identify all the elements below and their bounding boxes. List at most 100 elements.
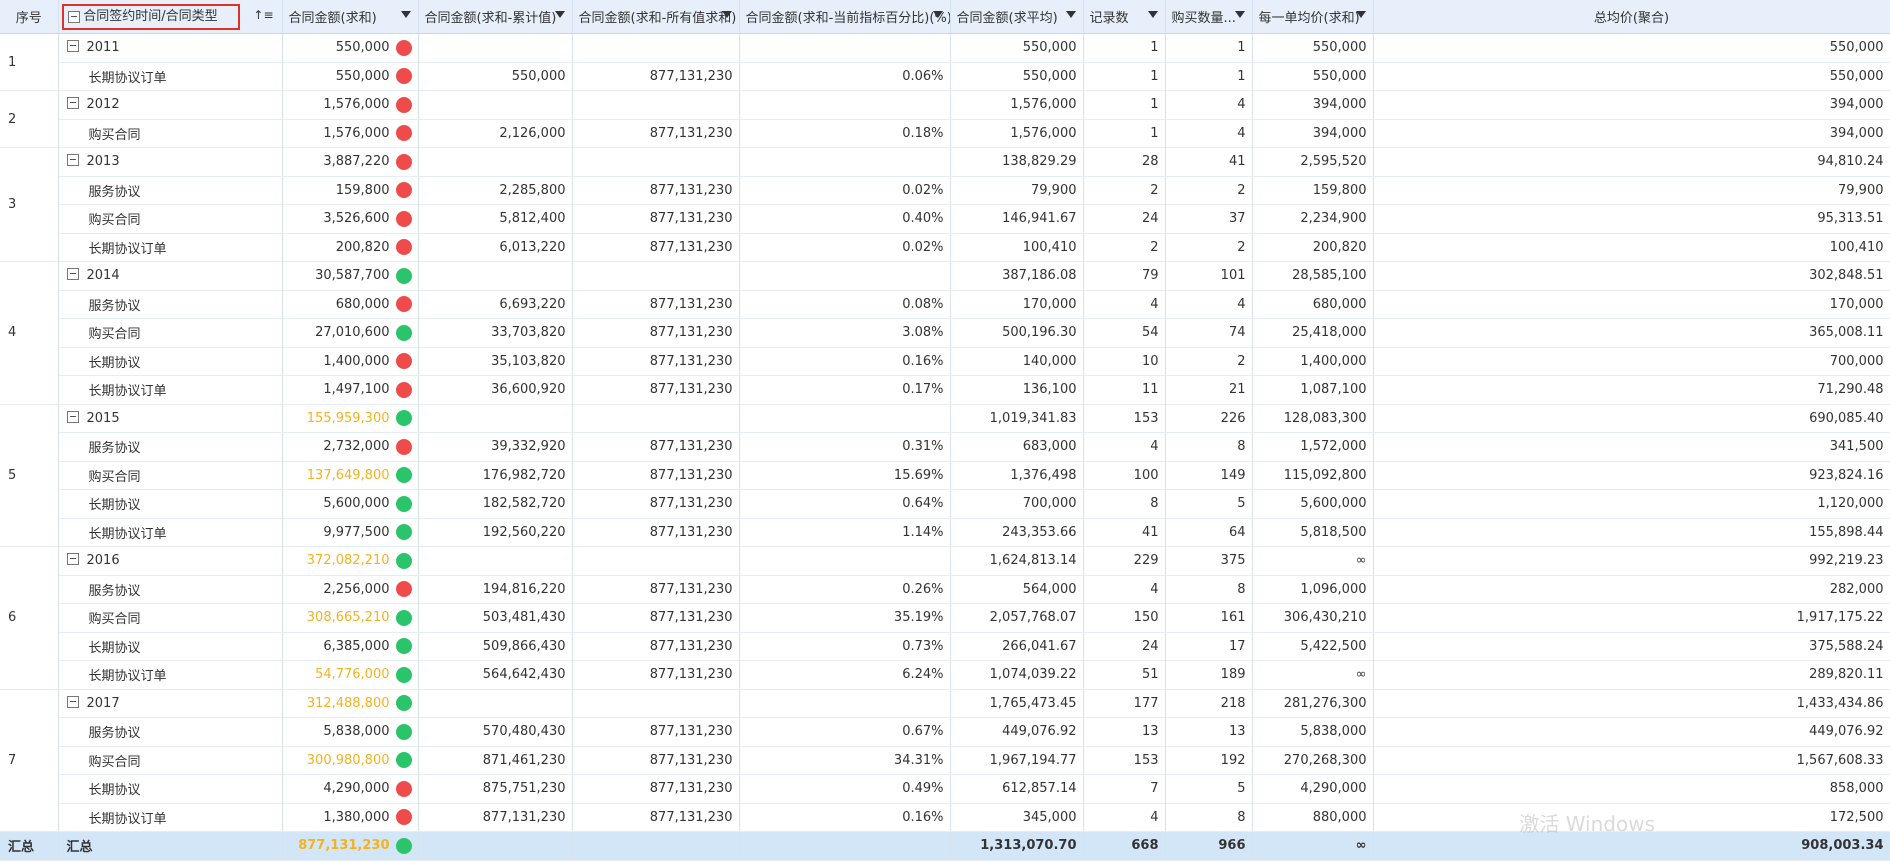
cell-amount-pct: 0.08% bbox=[739, 290, 951, 319]
status-dot-red bbox=[395, 125, 412, 142]
cell-total-avg: 550,000 bbox=[1373, 33, 1890, 63]
cell-amount-cum bbox=[418, 404, 573, 433]
child-label-cell: 长期协议 bbox=[58, 489, 283, 519]
cell-amount-pct: 3.08% bbox=[739, 318, 951, 348]
cell-unit-price: 1,096,000 bbox=[1252, 575, 1374, 604]
cell-unit-price: 306,430,210 bbox=[1252, 603, 1374, 633]
group-label-cell[interactable]: 2015 bbox=[58, 404, 283, 433]
contract-type-label: 服务协议 bbox=[88, 441, 141, 457]
cell-total-avg: 550,000 bbox=[1373, 62, 1890, 91]
cell-unit-price: 25,418,000 bbox=[1252, 318, 1374, 348]
header-amount-cum[interactable]: 合同金额(求和-累计值) bbox=[418, 0, 573, 34]
table-row-group: 6 2016 372,082,210 1,624,813.14 229 375 ∞ 992,2… bbox=[0, 546, 1890, 690]
dropdown-arrow-icon[interactable] bbox=[1355, 11, 1366, 18]
amount-value: 312,488,800 bbox=[306, 695, 390, 711]
cell-amount-avg: 1,576,000 bbox=[950, 119, 1084, 148]
pivot-table: 序号 合同签约时间/合同类型 ↑≡ 合同金额(求和) 合同金额(求和-累计值) … bbox=[0, 0, 1890, 861]
collapse-minus-icon[interactable] bbox=[66, 695, 79, 708]
cell-total-avg: 394,000 bbox=[1373, 90, 1890, 120]
header-label: 总均价(聚合) bbox=[1593, 11, 1670, 26]
cell-unit-price: 4,290,000 bbox=[1252, 774, 1374, 804]
child-label-cell: 长期协议订单 bbox=[58, 660, 283, 690]
row-seq-number: 2 bbox=[0, 90, 59, 148]
header-qty[interactable]: 购买数量... bbox=[1165, 0, 1253, 34]
sort-icon[interactable]: ↑≡ bbox=[253, 8, 273, 22]
dropdown-arrow-icon[interactable] bbox=[1065, 11, 1076, 18]
cell-amount-pct: 1.14% bbox=[739, 518, 951, 547]
cell-amount-avg: 146,941.67 bbox=[950, 204, 1084, 234]
cell-amount-sum: 2,256,000 bbox=[282, 575, 419, 604]
dropdown-arrow-icon[interactable] bbox=[1147, 11, 1158, 18]
group-label-cell[interactable]: 2014 bbox=[58, 261, 283, 291]
header-amount-sum[interactable]: 合同金额(求和) bbox=[282, 0, 419, 34]
cell-amount-avg: 550,000 bbox=[950, 62, 1084, 91]
header-total-avg[interactable]: 总均价(聚合) bbox=[1373, 0, 1890, 34]
cell-amount-sum: 137,649,800 bbox=[282, 461, 419, 490]
dropdown-arrow-icon[interactable] bbox=[721, 11, 732, 18]
group-label-cell[interactable]: 2011 bbox=[58, 33, 283, 63]
cell-amount-all bbox=[572, 147, 740, 177]
cell-total-avg: 94,810.24 bbox=[1373, 147, 1890, 177]
collapse-minus-icon[interactable] bbox=[66, 154, 79, 167]
cell-amount-sum: 550,000 bbox=[282, 33, 419, 63]
collapse-minus-icon[interactable] bbox=[66, 40, 79, 53]
cell-amount-pct bbox=[739, 147, 951, 177]
contract-type-label: 购买合同 bbox=[88, 469, 141, 485]
dimension-header-selected[interactable]: 合同签约时间/合同类型 bbox=[61, 3, 240, 30]
cell-amount-cum: 182,582,720 bbox=[418, 489, 573, 519]
header-label: 合同签约时间/合同类型 bbox=[83, 8, 218, 24]
dropdown-arrow-icon[interactable] bbox=[400, 11, 411, 18]
collapse-minus-icon[interactable] bbox=[66, 268, 79, 281]
amount-value: 5,600,000 bbox=[323, 496, 390, 512]
child-label-cell: 购买合同 bbox=[58, 119, 283, 148]
header-label: 每一单均价(求和) bbox=[1258, 11, 1360, 26]
group-label-cell[interactable]: 2017 bbox=[58, 689, 283, 718]
contract-type-label: 服务协议 bbox=[88, 726, 141, 742]
header-dimension[interactable]: 合同签约时间/合同类型 ↑≡ bbox=[58, 0, 283, 34]
cell-amount-cum: 570,480,430 bbox=[418, 717, 573, 747]
group-label-cell[interactable]: 2013 bbox=[58, 147, 283, 177]
cell-total-avg: 1,433,434.86 bbox=[1373, 689, 1890, 718]
cell-amount-avg: 1,967,194.77 bbox=[950, 746, 1084, 775]
collapse-minus-icon[interactable] bbox=[66, 553, 79, 566]
collapse-minus-icon[interactable] bbox=[66, 97, 79, 110]
amount-value: 3,526,600 bbox=[323, 211, 390, 227]
cell-qty: 64 bbox=[1165, 518, 1253, 547]
cell-qty: 192 bbox=[1165, 746, 1253, 775]
amount-value: 6,385,000 bbox=[323, 638, 390, 654]
cell-amount-pct: 0.16% bbox=[739, 803, 951, 832]
cell-amount-avg: 140,000 bbox=[950, 347, 1084, 376]
header-amount-avg[interactable]: 合同金额(求平均) bbox=[950, 0, 1084, 34]
cell-record-count: 1 bbox=[1083, 33, 1166, 63]
cell-record-count: 229 bbox=[1083, 546, 1166, 576]
group-label-cell[interactable]: 2012 bbox=[58, 90, 283, 120]
row-seq-number: 3 bbox=[0, 147, 59, 262]
collapse-minus-icon[interactable] bbox=[67, 10, 80, 23]
cell-unit-price: 1,400,000 bbox=[1252, 347, 1374, 376]
header-amount-pct[interactable]: 合同金额(求和-当前指标百分比)(%) bbox=[739, 0, 951, 34]
child-label-cell: 长期协议 bbox=[58, 632, 283, 661]
amount-value: 2,256,000 bbox=[323, 581, 390, 597]
dropdown-arrow-icon[interactable] bbox=[554, 11, 565, 18]
table-row: 长期协议订单 9,977,500 192,560,220 877,131,230 1.1… bbox=[0, 518, 1890, 547]
child-label-cell: 长期协议订单 bbox=[58, 233, 283, 262]
cell-total-avg: 394,000 bbox=[1373, 119, 1890, 148]
table-row: 服务协议 5,838,000 570,480,430 877,131,230 0.67%… bbox=[0, 717, 1890, 747]
cell-amount-all: 877,131,230 bbox=[572, 489, 740, 519]
dropdown-arrow-icon[interactable] bbox=[932, 11, 943, 18]
cell-amount-all: 877,131,230 bbox=[572, 204, 740, 234]
header-label: 记录数 bbox=[1089, 11, 1129, 26]
amount-value: 3,887,220 bbox=[323, 154, 390, 170]
dropdown-arrow-icon[interactable] bbox=[1234, 11, 1245, 18]
header-unit-price[interactable]: 每一单均价(求和) bbox=[1252, 0, 1374, 34]
cell-qty: 5 bbox=[1165, 774, 1253, 804]
table-row-total: 汇总 汇总 877,131,230 1,313,070.70 668 966 ∞ 908,00… bbox=[0, 831, 1890, 861]
amount-value: 30,587,700 bbox=[315, 268, 390, 284]
collapse-minus-icon[interactable] bbox=[66, 410, 79, 423]
cell-amount-sum: 680,000 bbox=[282, 290, 419, 319]
cell-amount-cum bbox=[418, 147, 573, 177]
header-amount-all[interactable]: 合同金额(求和-所有值求和) bbox=[572, 0, 740, 34]
header-record-count[interactable]: 记录数 bbox=[1083, 0, 1166, 34]
cell-record-count: 4 bbox=[1083, 575, 1166, 604]
group-label-cell[interactable]: 2016 bbox=[58, 546, 283, 576]
